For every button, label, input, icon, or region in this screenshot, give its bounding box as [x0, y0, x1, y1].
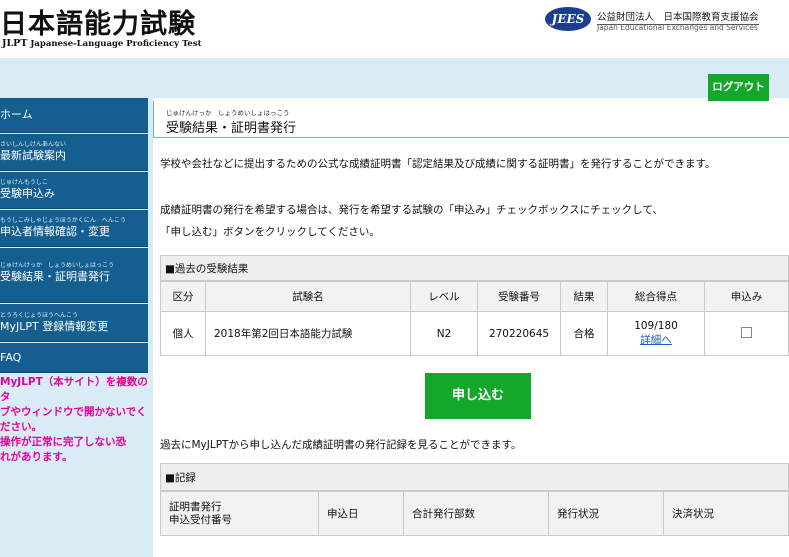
intro-text: 学校や会社などに提出するための公式な成績証明書「認定結果及び成績に関する証明書」… — [160, 158, 716, 170]
col-payment-status: 決済状況 — [663, 491, 789, 536]
sidebar-item-exam-application[interactable]: じゅけんもうしこ 受験申込み — [0, 172, 148, 209]
sidebar-item-myjlpt-registration[interactable]: とうろくじょうほうへんこう MyJLPT 登録情報変更 — [0, 304, 148, 342]
col-exam-number: 受験番号 — [477, 281, 561, 312]
jees-logo-badge[interactable]: JEES — [545, 7, 591, 31]
past-results-heading: ■過去の受験結果 — [160, 255, 789, 281]
sidebar-item-label: 申込者情報確認・変更 — [0, 225, 110, 238]
sidebar-item-ruby: もうしこみしゃじょうほうかくにん へんこう — [0, 217, 126, 224]
col-application-date: 申込日 — [318, 491, 404, 536]
sidebar-item-label: 受験申込み — [0, 187, 55, 200]
cell-level: N2 — [410, 311, 478, 356]
cell-category: 個人 — [160, 311, 206, 356]
page-title-ruby: じゅけんけっか しょうめいしょはっこう — [166, 109, 290, 117]
sidebar-item-faq[interactable]: FAQ — [0, 343, 148, 373]
record-heading: ■記録 — [160, 463, 789, 491]
cell-apply — [704, 311, 789, 356]
logout-button[interactable]: ログアウト — [708, 74, 769, 101]
cell-total-score: 109/180 詳細へ — [607, 311, 705, 356]
col-total-copies: 合計発行部数 — [403, 491, 549, 536]
col-issue-status: 発行状況 — [548, 491, 664, 536]
col-certificate-issue-label: 証明書発行 — [169, 500, 222, 513]
sidebar-item-ruby: じゅけんもうしこ — [0, 179, 48, 186]
col-level: レベル — [410, 281, 478, 312]
cell-exam-number: 270220645 — [477, 311, 561, 356]
jlpt-logo-abbr: JLPT — [2, 38, 28, 49]
col-result: 結果 — [560, 281, 608, 312]
col-exam-name: 試験名 — [205, 281, 411, 312]
jlpt-logo-english: Japanese-Language Proficiency Test — [30, 39, 202, 49]
history-note: 過去にMyJLPTから申し込んだ成績証明書の発行記録を見ることができます。 — [160, 439, 522, 451]
jlpt-logo-title[interactable]: 日本語能力試験 — [0, 2, 196, 41]
notice-line: れがあります。 — [0, 451, 73, 463]
instruction-text-2: 「申し込む」ボタンをクリックしてください。 — [160, 226, 380, 238]
notice-line: MyJLPT（本サイト）を複数のタ — [0, 376, 148, 403]
table-row: 個人 2018年第2回日本語能力試験 N2 270220645 合格 109/1… — [160, 311, 789, 356]
notice-line: 操作が正常に完了しない恐 — [0, 436, 126, 448]
score-value: 109/180 — [634, 320, 678, 332]
sidebar: ホーム さいしんしけんあんない 最新試験案内 じゅけんもうしこ 受験申込み もう… — [0, 98, 148, 557]
sidebar-item-ruby: じゅけんけっか しょうめいしょはっこう — [0, 262, 115, 269]
sidebar-item-label: MyJLPT 登録情報変更 — [0, 320, 109, 333]
notice-line: ブやウィンドウで開かないでく — [0, 406, 147, 418]
sidebar-item-label: 最新試験案内 — [0, 149, 66, 162]
site-header: 日本語能力試験 JLPT Japanese-Language Proficienc… — [0, 0, 789, 58]
col-total-score: 総合得点 — [607, 281, 705, 312]
jees-org-name-en: Japan Educational Exchanges and Services — [597, 23, 758, 32]
detail-link[interactable]: 詳細へ — [608, 332, 704, 347]
record-table: 証明書発行 申込受付番号 申込日 合計発行部数 発行状況 決済状況 — [160, 491, 789, 536]
sidebar-item-latest-exam-info[interactable]: さいしんしけんあんない 最新試験案内 — [0, 134, 148, 171]
notice-line: ださい。 — [0, 421, 42, 433]
col-certificate-issue: 証明書発行 申込受付番号 — [160, 491, 319, 536]
sidebar-item-home[interactable]: ホーム — [0, 98, 148, 133]
col-category: 区分 — [160, 281, 206, 312]
sidebar-item-ruby: とうろくじょうほうへんこう — [0, 312, 79, 319]
jlpt-logo-subtitle: JLPT Japanese-Language Proficiency Test — [2, 38, 202, 49]
col-receipt-number-label: 申込受付番号 — [169, 513, 232, 526]
col-apply: 申込み — [704, 281, 789, 312]
page-title: 受験結果・証明書発行 — [166, 121, 297, 136]
cell-result: 合格 — [560, 311, 608, 356]
instruction-text-1: 成績証明書の発行を希望する場合は、発行を希望する試験の「申込み」チェックボックス… — [160, 204, 663, 216]
past-results-table: 区分 試験名 レベル 受験番号 結果 総合得点 申込み 個人 2018年第2回日… — [160, 281, 789, 356]
sidebar-warning-notice: MyJLPT（本サイト）を複数のタ ブやウィンドウで開かないでく ださい。 操作… — [0, 375, 148, 465]
apply-button[interactable]: 申し込む — [425, 373, 531, 419]
sidebar-item-label: FAQ — [0, 351, 22, 364]
sidebar-item-applicant-info[interactable]: もうしこみしゃじょうほうかくにん へんこう 申込者情報確認・変更 — [0, 210, 148, 247]
sidebar-item-label: 受験結果・証明書発行 — [0, 270, 110, 283]
table-header-row: 区分 試験名 レベル 受験番号 結果 総合得点 申込み — [160, 281, 789, 312]
cell-exam-name: 2018年第2回日本語能力試験 — [205, 311, 411, 356]
table-header-row: 証明書発行 申込受付番号 申込日 合計発行部数 発行状況 決済状況 — [160, 491, 789, 536]
sidebar-item-ruby: さいしんしけんあんない — [0, 141, 67, 148]
sidebar-item-results-certificate[interactable]: じゅけんけっか しょうめいしょはっこう 受験結果・証明書発行 — [0, 248, 148, 303]
apply-checkbox[interactable] — [741, 326, 752, 338]
sidebar-item-label: ホーム — [0, 108, 33, 121]
top-bar — [0, 58, 789, 98]
